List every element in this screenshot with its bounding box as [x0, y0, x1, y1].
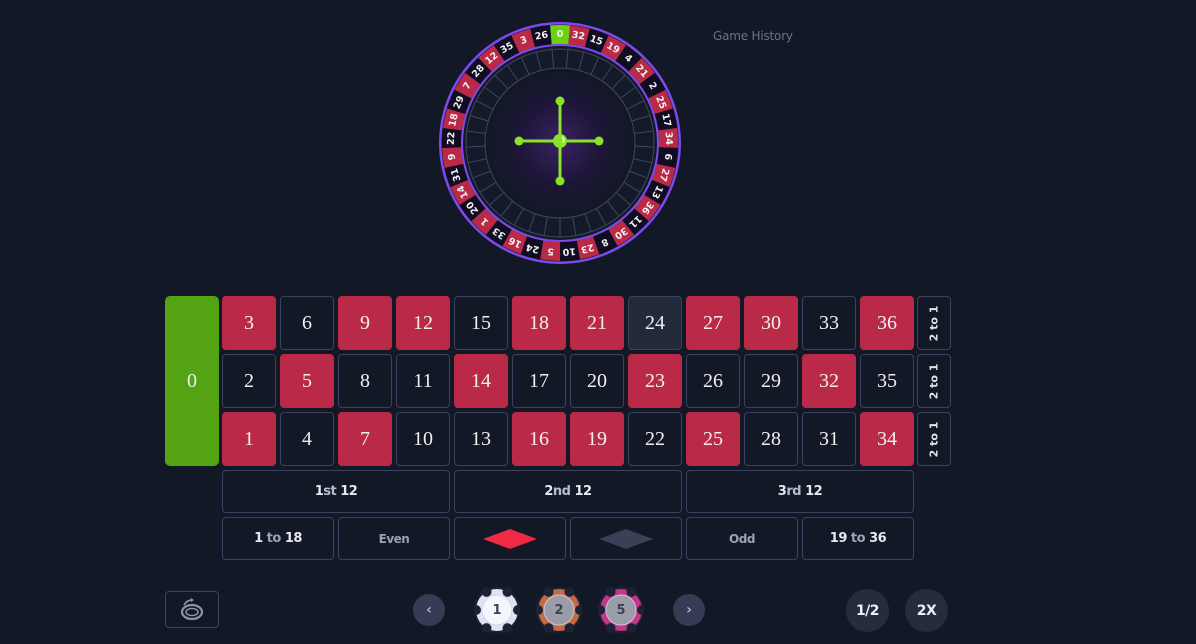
range-to-word: to [846, 531, 870, 546]
bet-number-5[interactable]: 5 [280, 354, 334, 408]
half-bet-button[interactable]: 1/2 [846, 589, 889, 632]
wheel-pocket-10: 10 [560, 240, 580, 261]
chip-5-value: 5 [616, 602, 626, 618]
bet-number-32[interactable]: 32 [802, 354, 856, 408]
bet-number-8[interactable]: 8 [338, 354, 392, 408]
bet-number-17[interactable]: 17 [512, 354, 566, 408]
bet-number-33[interactable]: 33 [802, 296, 856, 350]
chip-5[interactable]: 5 [598, 587, 644, 633]
wheel-pocket-label: 22 [446, 132, 458, 146]
bet-number-2[interactable]: 2 [222, 354, 276, 408]
column-bet-label: 2 to 1 [927, 363, 941, 399]
bet-number-13[interactable]: 13 [454, 412, 508, 466]
bet-number-14[interactable]: 14 [454, 354, 508, 408]
chip-2-value: 2 [554, 602, 564, 618]
bet-number-7[interactable]: 7 [338, 412, 392, 466]
bet-number-15[interactable]: 15 [454, 296, 508, 350]
bet-number-19[interactable]: 19 [570, 412, 624, 466]
bet-number-20[interactable]: 20 [570, 354, 624, 408]
wheel-pocket-label: 34 [663, 132, 675, 146]
bet-number-3[interactable]: 3 [222, 296, 276, 350]
dozen-ordinal: 1 [314, 484, 324, 499]
chip-next-button[interactable]: › [673, 594, 705, 626]
wheel-pocket-label: 9 [447, 153, 459, 161]
wheel-pocket-label: 0 [557, 29, 564, 40]
range-from: 19 [829, 531, 848, 546]
wheel-pocket-label: 5 [547, 245, 555, 257]
bet-number-0[interactable]: 0 [165, 296, 219, 466]
dozen-ordinal: 3 [777, 484, 787, 499]
dozen-bet-3[interactable]: 3rd 12 [686, 470, 914, 513]
low-bet-1-18[interactable]: 1 to 18 [222, 517, 334, 560]
column-bet-3[interactable]: 2 to 1 [917, 412, 951, 466]
even-bet[interactable]: Even [338, 517, 450, 560]
wheel-pocket-label: 26 [534, 29, 549, 42]
undo-rotate-icon [180, 597, 204, 620]
chip-prev-button[interactable]: ‹ [413, 594, 445, 626]
red-bet[interactable] [454, 517, 566, 560]
black-bet[interactable] [570, 517, 682, 560]
high-bet-19-36[interactable]: 19 to 36 [802, 517, 914, 560]
range-to-word: to [262, 531, 285, 546]
roulette-wheel-graphic: 0 32 15 19421225173462713361130823105241633… [439, 22, 681, 264]
bet-number-21[interactable]: 21 [570, 296, 624, 350]
bet-number-11[interactable]: 11 [396, 354, 450, 408]
bet-number-10[interactable]: 10 [396, 412, 450, 466]
red-diamond-icon [483, 528, 537, 549]
odd-bet[interactable]: Odd [686, 517, 798, 560]
bet-number-4[interactable]: 4 [280, 412, 334, 466]
dozen-value: 12 [801, 484, 823, 499]
bet-number-26[interactable]: 26 [686, 354, 740, 408]
dozen-suffix: nd [552, 484, 571, 499]
dozen-value: 12 [570, 484, 593, 499]
dozen-suffix: st [323, 484, 337, 499]
bet-number-29[interactable]: 29 [744, 354, 798, 408]
wheel-pocket-22: 22 [442, 128, 462, 149]
column-bet-2[interactable]: 2 to 1 [917, 354, 951, 408]
black-diamond-icon [599, 528, 653, 549]
bet-number-25[interactable]: 25 [686, 412, 740, 466]
bet-number-22[interactable]: 22 [628, 412, 682, 466]
range-from: 1 [254, 531, 263, 546]
wheel-pocket-label: 10 [562, 245, 576, 257]
dozen-bet-1[interactable]: 1st 12 [222, 470, 450, 513]
bet-number-16[interactable]: 16 [512, 412, 566, 466]
column-bet-label: 2 to 1 [927, 421, 941, 457]
wheel-pocket-0: 0 [549, 25, 571, 45]
bet-number-36[interactable]: 36 [860, 296, 914, 350]
bet-number-35[interactable]: 35 [860, 354, 914, 408]
dozen-value: 12 [336, 484, 358, 499]
range-to: 18 [284, 531, 303, 546]
bet-number-24[interactable]: 24 [628, 296, 682, 350]
double-bet-button[interactable]: 2X [905, 589, 948, 632]
bet-number-30[interactable]: 30 [744, 296, 798, 350]
column-bet-1[interactable]: 2 to 1 [917, 296, 951, 350]
range-to: 36 [869, 531, 887, 546]
dozen-suffix: rd [786, 484, 802, 499]
wheel-pocket-5: 5 [540, 240, 560, 261]
chip-1[interactable]: 1 [474, 587, 520, 633]
bet-number-9[interactable]: 9 [338, 296, 392, 350]
chip-2[interactable]: 2 [536, 587, 582, 633]
undo-button[interactable] [165, 591, 219, 628]
bet-number-1[interactable]: 1 [222, 412, 276, 466]
bet-number-34[interactable]: 34 [860, 412, 914, 466]
game-history-title: Game History [713, 29, 793, 43]
bet-number-6[interactable]: 6 [280, 296, 334, 350]
bet-number-31[interactable]: 31 [802, 412, 856, 466]
wheel-pocket-34: 34 [658, 128, 678, 149]
dozen-ordinal: 2 [544, 484, 553, 499]
roulette-wheel: 0 32 15 19 4 21 2 25 17 34 6 27 13 36 11 30 8 23 10 5 24 16 33… [438, 21, 682, 265]
bet-number-28[interactable]: 28 [744, 412, 798, 466]
column-bet-label: 2 to 1 [927, 305, 941, 341]
bet-number-27[interactable]: 27 [686, 296, 740, 350]
bet-number-23[interactable]: 23 [628, 354, 682, 408]
dozen-bet-2[interactable]: 2nd 12 [454, 470, 682, 513]
bet-number-12[interactable]: 12 [396, 296, 450, 350]
bet-number-18[interactable]: 18 [512, 296, 566, 350]
chip-1-value: 1 [492, 602, 502, 618]
wheel-pocket-label: 32 [571, 30, 586, 43]
